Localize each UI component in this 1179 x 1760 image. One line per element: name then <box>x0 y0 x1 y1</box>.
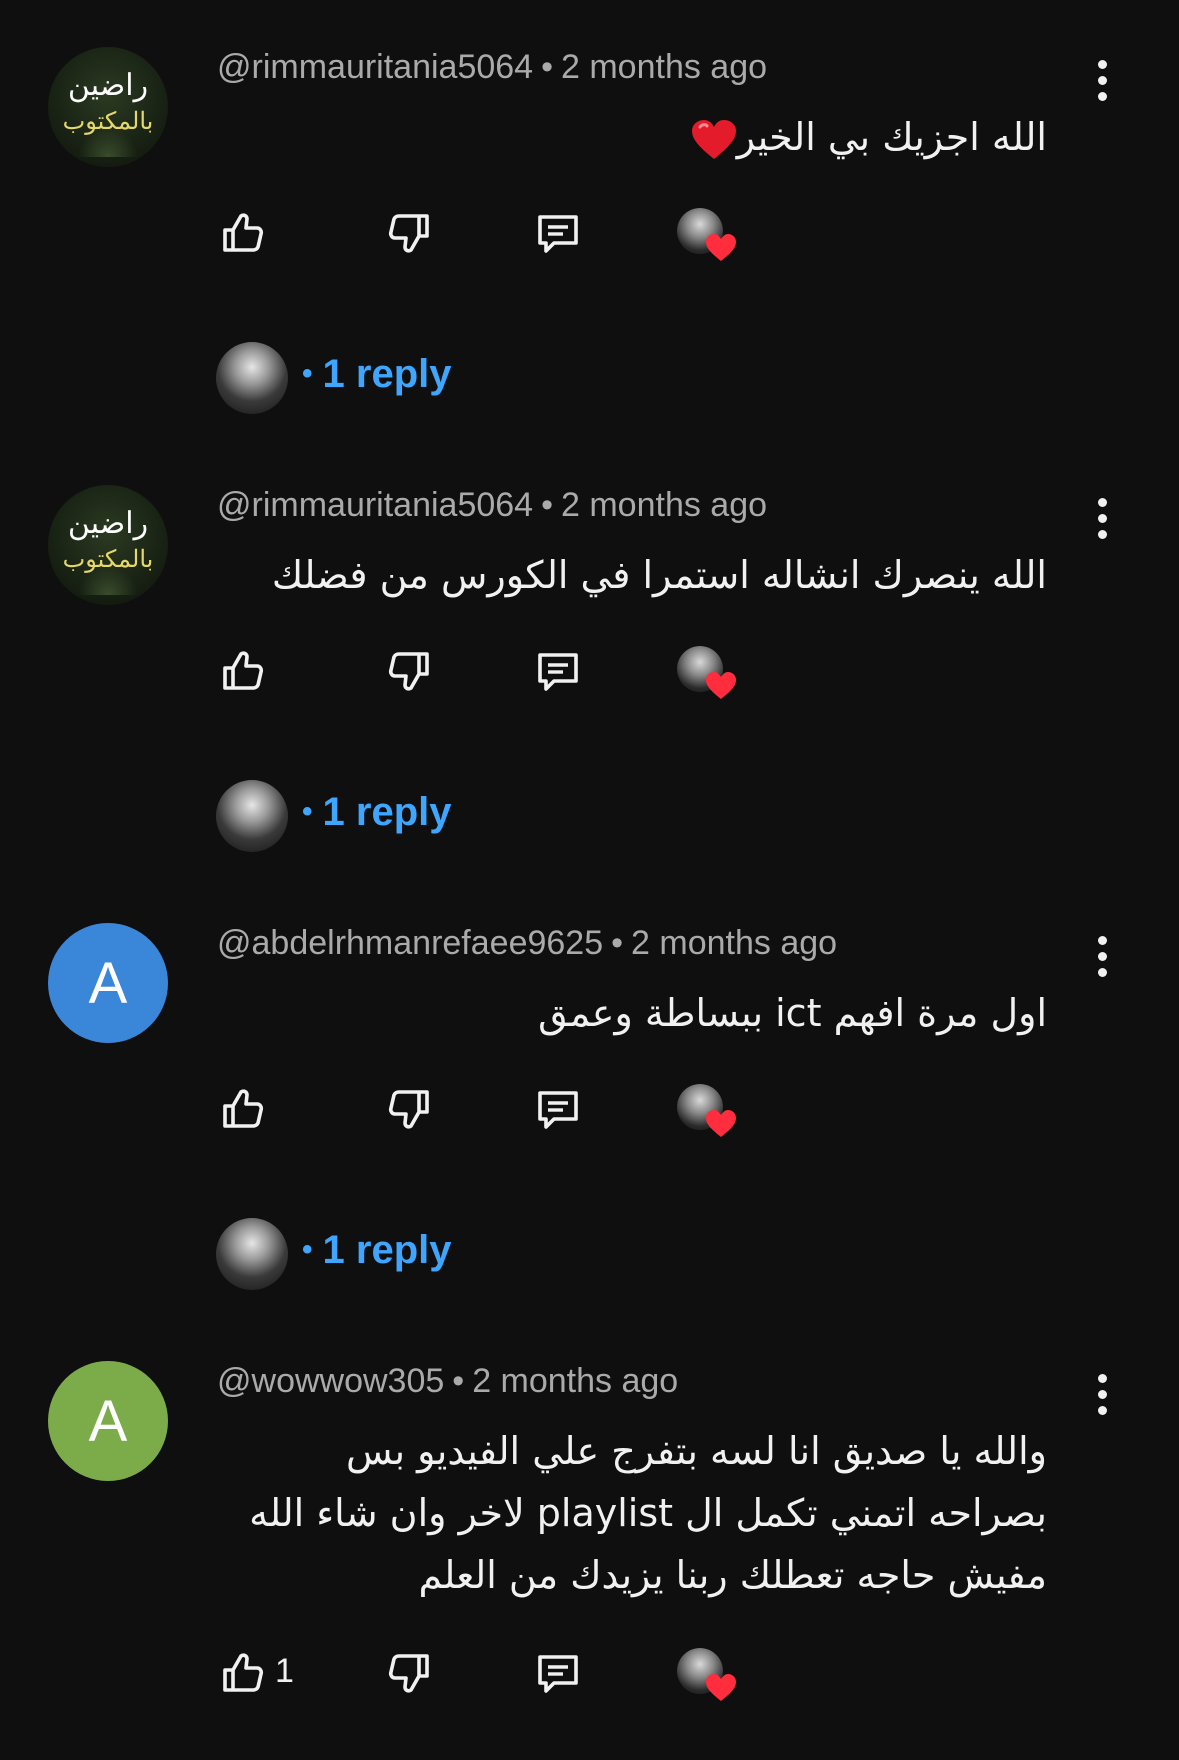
creator-heart <box>677 1084 736 1137</box>
comment-actions <box>217 646 777 706</box>
author-handle[interactable]: @wowwow305 <box>217 1362 444 1400</box>
dislike-icon[interactable] <box>385 1084 435 1134</box>
comment-actions <box>217 1084 777 1144</box>
comment-time: 2 months ago <box>472 1362 679 1400</box>
like-icon[interactable] <box>217 208 267 258</box>
comment-text: الله ينصرك انشاله استمرا في الكورس من فض… <box>217 544 1047 606</box>
heart-icon <box>706 234 736 261</box>
comment-line: بصراحه اتمني تكمل ال playlist لاخر وان ش… <box>249 1491 1047 1535</box>
creator-heart <box>677 208 736 261</box>
comment-header: @rimmauritania5064 • 2 months ago <box>217 486 767 525</box>
comment-actions <box>217 208 777 268</box>
reply-author-avatar <box>216 342 288 414</box>
more-options-icon[interactable] <box>1088 936 1118 980</box>
avatar-letter: A <box>88 1388 128 1454</box>
separator-dot: • <box>541 486 553 524</box>
comment-header: @abdelrhmanrefaee9625 • 2 months ago <box>217 924 837 963</box>
reply-icon[interactable] <box>533 208 583 258</box>
author-handle[interactable]: @rimmauritania5064 <box>217 48 533 86</box>
heart-icon <box>706 1674 736 1701</box>
comment-actions: 1 <box>217 1648 777 1708</box>
separator-dot: • <box>611 924 624 962</box>
reply-author-avatar <box>216 780 288 852</box>
creator-heart <box>677 646 736 699</box>
heart-icon <box>706 1110 736 1137</box>
view-replies-button[interactable]: • 1 reply <box>216 780 616 852</box>
reply-icon[interactable] <box>533 1648 583 1698</box>
reply-author-avatar <box>216 1218 288 1290</box>
dislike-icon[interactable] <box>385 646 435 696</box>
avatar-letter: A <box>88 950 128 1016</box>
replies-label[interactable]: • 1 reply <box>302 1228 451 1273</box>
like-count: 1 <box>275 1652 294 1690</box>
author-handle[interactable]: @rimmauritania5064 <box>217 486 533 524</box>
comment-text: الله اجزيك بي الخير <box>217 106 1047 168</box>
dislike-icon[interactable] <box>385 208 435 258</box>
comment-time: 2 months ago <box>631 924 838 962</box>
avatar[interactable]: A <box>48 923 168 1043</box>
view-replies-button[interactable]: • 1 reply <box>216 342 616 414</box>
like-icon[interactable] <box>217 646 267 696</box>
comment-header: @rimmauritania5064 • 2 months ago <box>217 48 767 87</box>
comment-line: مفيش حاجه تعطلك ربنا يزيدك من العلم <box>418 1553 1047 1597</box>
like-icon[interactable] <box>217 1084 267 1134</box>
avatar[interactable]: راضين بالمكتوب <box>48 47 168 167</box>
heart-icon <box>706 672 736 699</box>
comment-line: والله يا صديق انا لسه بتفرج علي الفيديو … <box>346 1429 1047 1473</box>
more-options-icon[interactable] <box>1088 498 1118 542</box>
avatar[interactable]: راضين بالمكتوب <box>48 485 168 605</box>
replies-label[interactable]: • 1 reply <box>302 352 451 397</box>
reply-icon[interactable] <box>533 646 583 696</box>
more-options-icon[interactable] <box>1088 60 1118 104</box>
more-options-icon[interactable] <box>1088 1374 1118 1418</box>
avatar-art-text: راضين <box>67 68 149 103</box>
comment-time: 2 months ago <box>561 486 768 524</box>
red-heart-emoji-icon <box>691 119 736 159</box>
creator-heart <box>677 1648 736 1701</box>
comment-text: والله يا صديق انا لسه بتفرج علي الفيديو … <box>217 1420 1047 1606</box>
separator-dot: • <box>452 1362 465 1400</box>
separator-dot: • <box>541 48 553 86</box>
avatar-art-text: بالمكتوب <box>62 545 154 573</box>
dislike-icon[interactable] <box>385 1648 435 1698</box>
comment-line: اول مرة افهم ict ببساطة وعمق <box>538 991 1047 1035</box>
comment-line: الله ينصرك انشاله استمرا في الكورس من فض… <box>271 553 1047 597</box>
view-replies-button[interactable]: • 1 reply <box>216 1218 616 1290</box>
replies-label[interactable]: • 1 reply <box>302 790 451 835</box>
avatar[interactable]: A <box>48 1361 168 1481</box>
avatar-art-text: راضين <box>67 506 149 541</box>
like-icon[interactable] <box>217 1648 267 1698</box>
comment-time: 2 months ago <box>561 48 768 86</box>
comment-header: @wowwow305 • 2 months ago <box>217 1362 678 1401</box>
reply-icon[interactable] <box>533 1084 583 1134</box>
author-handle[interactable]: @abdelrhmanrefaee9625 <box>217 924 603 962</box>
comment-text: اول مرة افهم ict ببساطة وعمق <box>217 982 1047 1044</box>
comment-line: الله اجزيك بي الخير <box>681 106 1047 168</box>
avatar-art-text: بالمكتوب <box>62 107 154 135</box>
